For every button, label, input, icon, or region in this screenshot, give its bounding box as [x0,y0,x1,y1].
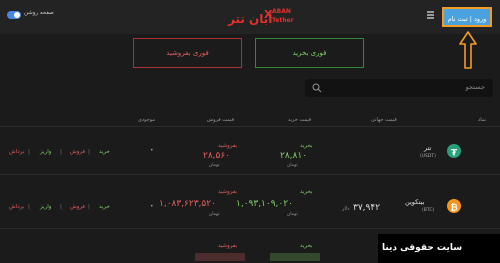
tether-icon: ₮ [447,144,461,159]
sell-price: ۲۸,۵۶۰ [203,151,231,161]
logo-tether: Tether [272,17,294,24]
buy-link[interactable]: بخرید [300,243,313,249]
light-mode-label: صفحه روشن [24,10,54,16]
buy-link[interactable]: بخرید [300,143,313,149]
sell-action-link[interactable]: فروش [70,204,85,210]
login-register-button[interactable]: ورود | ثبت نام [442,7,492,27]
global-price: ۳۷,۹۴۲ [353,203,381,213]
buy-action-link[interactable]: خرید [99,149,110,155]
light-mode-toggle[interactable] [7,11,21,19]
bitcoin-icon: ₿ [447,199,461,214]
top-header: صفحه روشن آبان تتر X ABAN Tether ورود | … [0,0,500,34]
logo-aban: ABAN [272,8,291,15]
sell-unit: تومان [209,212,220,217]
buy-link[interactable]: بخرید [300,189,313,195]
coin-name: بیتکوین [405,198,425,206]
row-actions: برداش | واریز | فروش | خرید [9,204,110,210]
divider [0,174,500,175]
instant-buy-button[interactable]: فوری بخرید [255,38,364,68]
svg-text:₿: ₿ [450,203,457,214]
col-stock: موجودی [138,117,156,123]
buy-price: ۱,۰۹۳,۱۰۹,۰۲۰ [236,199,293,209]
logo[interactable]: آبان تتر X ABAN Tether [228,7,294,29]
svg-text:₮: ₮ [451,149,458,159]
col-buy-price: قیمت خرید [288,117,312,123]
search-input[interactable]: جستجو [305,79,493,97]
col-sell-price: قیمت فروش [207,117,234,123]
withdraw-link[interactable]: برداش [9,149,24,155]
divider [0,228,500,229]
coin-code: (BTC) [422,208,435,213]
sell-price [195,253,245,261]
sell-action-link[interactable]: فروش [70,149,85,155]
stock-value: • [150,203,154,210]
watermark-text: سایت حقوقی دینا [382,243,463,253]
row-actions: برداش | واریز | فروش | خرید [9,149,110,155]
arrow-up-icon [459,31,477,69]
instant-sell-button[interactable]: فوری بفروشید [133,38,242,68]
sell-link[interactable]: بفروشید [218,189,237,195]
menu-icon[interactable] [427,11,434,19]
buy-unit: تومان [287,212,298,217]
buy-action-link[interactable]: خرید [99,204,110,210]
col-symbol: نماد [478,117,487,123]
sell-unit: تومان [209,163,220,168]
buy-price [270,253,320,261]
global-unit: دلار [342,206,350,212]
col-global-price: قیمت جهانی [371,117,397,123]
sell-price: ۱,۰۸۳,۶۲۳,۵۲۰ [159,199,216,209]
deposit-link[interactable]: واریز [40,204,51,210]
sell-link[interactable]: بفروشید [218,143,237,149]
sell-link[interactable]: بفروشید [218,243,237,249]
search-icon [312,83,322,93]
search-placeholder: جستجو [465,83,485,91]
withdraw-link[interactable]: برداش [9,204,24,210]
divider [0,126,500,127]
deposit-link[interactable]: واریز [40,149,51,155]
buy-unit: تومان [287,163,298,168]
coin-code: (USDT) [420,154,436,159]
buy-price: ۲۸,۸۱۰ [280,151,308,161]
watermark: سایت حقوقی دینا [378,234,500,263]
stock-value: • [150,147,154,154]
coin-name: تتر [424,144,432,152]
